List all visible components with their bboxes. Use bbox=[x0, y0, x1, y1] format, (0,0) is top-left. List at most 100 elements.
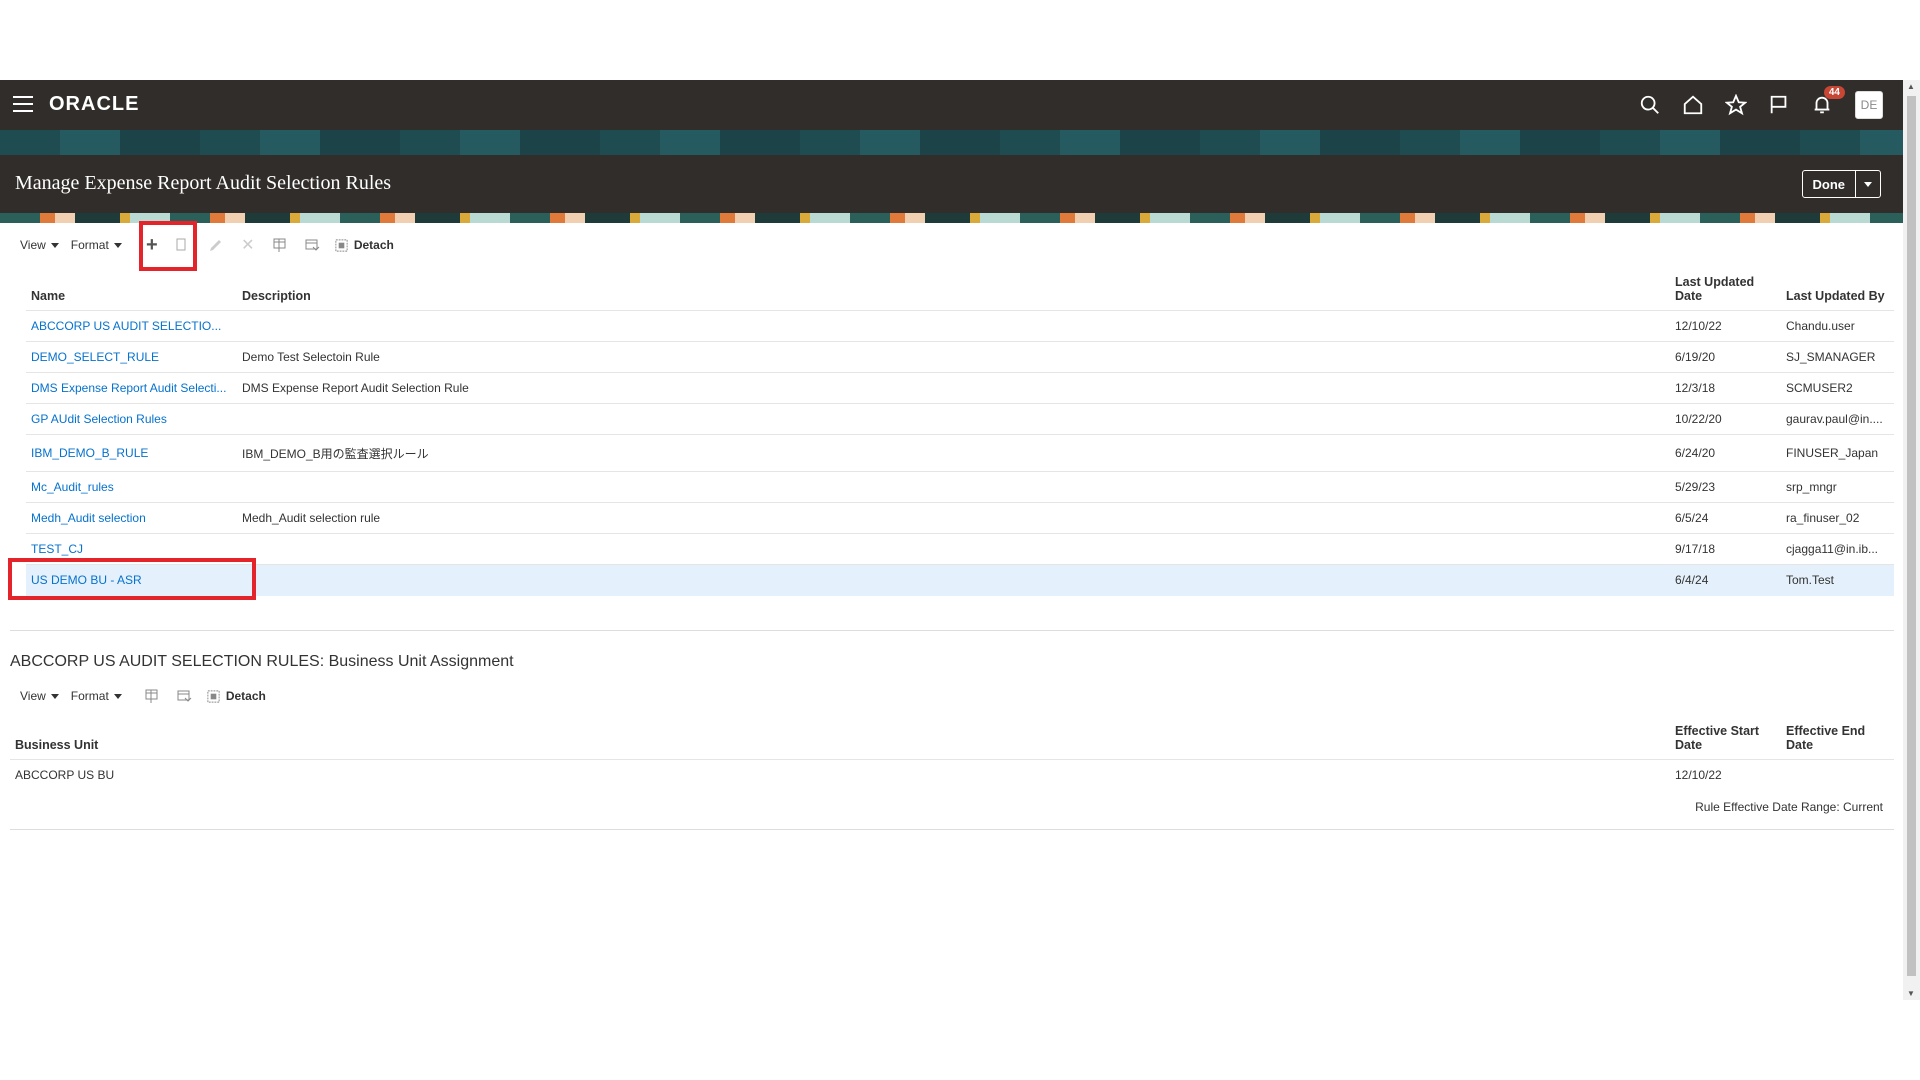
format-menu[interactable]: Format bbox=[71, 238, 122, 252]
flag-icon[interactable] bbox=[1766, 92, 1792, 118]
rule-name-link-cell: GP AUdit Selection Rules bbox=[26, 403, 237, 435]
rule-last-updated-date-cell: 12/10/22 bbox=[1670, 310, 1781, 342]
star-icon[interactable] bbox=[1723, 92, 1749, 118]
rule-name-link-cell: Mc_Audit_rules bbox=[26, 471, 237, 503]
rule-description-cell bbox=[237, 403, 1670, 435]
format-menu-2[interactable]: Format bbox=[71, 689, 122, 703]
rule-name-link[interactable]: DMS Expense Report Audit Selecti... bbox=[31, 381, 226, 395]
business-unit: ABCCORP US BU bbox=[10, 759, 1670, 791]
rule-row[interactable]: Mc_Audit_rules 5/29/23 srp_mngr bbox=[26, 471, 1894, 503]
rule-last-updated-date-cell: 9/17/18 bbox=[1670, 533, 1781, 565]
rule-description-cell: Medh_Audit selection rule bbox=[237, 502, 1670, 534]
assignment-toolbar: View Format Detach bbox=[20, 683, 278, 709]
bell-icon[interactable]: 44 bbox=[1809, 86, 1845, 118]
format-label-2: Format bbox=[70, 689, 109, 703]
view-label: View bbox=[20, 238, 46, 252]
done-button[interactable]: Done bbox=[1801, 170, 1881, 198]
scrollbar-thumb[interactable] bbox=[1907, 96, 1916, 976]
rule-name-link[interactable]: TEST_CJ bbox=[31, 542, 83, 556]
rule-last-updated-by-cell: Tom.Test bbox=[1781, 564, 1894, 596]
edit-icon[interactable] bbox=[206, 235, 226, 255]
notification-badge: 44 bbox=[1823, 86, 1845, 99]
rule-row[interactable]: DEMO_SELECT_RULE Demo Test Selectoin Rule… bbox=[26, 341, 1894, 373]
rule-name-link-cell: Medh_Audit selection bbox=[26, 502, 237, 534]
scroll-up-icon[interactable]: ▲ bbox=[1907, 82, 1915, 91]
col-effective-start[interactable]: Effective Start Date bbox=[1670, 716, 1781, 760]
user-avatar[interactable]: DE bbox=[1855, 91, 1883, 119]
rule-last-updated-by-cell: cjagga11@in.ib... bbox=[1781, 533, 1894, 565]
divider bbox=[10, 630, 1894, 631]
rule-last-updated-date-cell: 6/19/20 bbox=[1670, 341, 1781, 373]
rule-effective-range: Rule Effective Date Range: Current bbox=[1695, 800, 1883, 814]
view-menu[interactable]: View bbox=[20, 238, 59, 252]
rule-description-cell bbox=[237, 564, 1670, 596]
detach-icon-2 bbox=[207, 689, 220, 703]
assignment-title: ABCCORP US AUDIT SELECTION RULES: Busine… bbox=[10, 653, 514, 670]
rule-name-link-cell: IBM_DEMO_B_RULE bbox=[26, 434, 237, 472]
rule-name-link[interactable]: DEMO_SELECT_RULE bbox=[31, 350, 159, 364]
effective-end-date bbox=[1781, 759, 1894, 791]
rule-name-link[interactable]: IBM_DEMO_B_RULE bbox=[31, 446, 148, 460]
rule-row[interactable]: US DEMO BU - ASR 6/4/24 Tom.Test bbox=[26, 564, 1894, 596]
assignment-row[interactable]: ABCCORP US BU 12/10/22 bbox=[10, 759, 1894, 791]
home-icon[interactable] bbox=[1680, 92, 1706, 118]
col-description[interactable]: Description bbox=[237, 267, 1670, 311]
rule-name-link[interactable]: ABCCORP US AUDIT SELECTIO... bbox=[31, 319, 221, 333]
rule-last-updated-by-cell: Chandu.user bbox=[1781, 310, 1894, 342]
rule-description-cell bbox=[237, 533, 1670, 565]
rule-last-updated-date-cell: 5/29/23 bbox=[1670, 471, 1781, 503]
view-menu-2[interactable]: View bbox=[20, 689, 59, 703]
done-dropdown-icon[interactable] bbox=[1856, 171, 1880, 197]
highlight-selected-row bbox=[8, 558, 256, 600]
rule-row[interactable]: DMS Expense Report Audit Selecti... DMS E… bbox=[26, 372, 1894, 404]
menu-icon[interactable] bbox=[13, 96, 33, 112]
rules-toolbar: View Format + ✕ Detach bbox=[20, 232, 406, 258]
divider-bottom bbox=[10, 829, 1894, 830]
rule-name-link-cell: ABCCORP US AUDIT SELECTIO... bbox=[26, 310, 237, 342]
detach-icon bbox=[335, 238, 348, 252]
banner-art bbox=[0, 213, 1903, 223]
search-icon[interactable] bbox=[1637, 92, 1663, 118]
rule-description-cell: IBM_DEMO_B用の監査選択ルール bbox=[237, 434, 1670, 472]
oracle-logo: ORACLE bbox=[49, 93, 140, 115]
rule-name-link-cell: DEMO_SELECT_RULE bbox=[26, 341, 237, 373]
rule-row[interactable]: IBM_DEMO_B_RULE IBM_DEMO_B用の監査選択ルール 6/24/2… bbox=[26, 434, 1894, 472]
freeze-icon-2[interactable] bbox=[142, 686, 162, 706]
rule-name-link[interactable]: Mc_Audit_rules bbox=[31, 480, 114, 494]
detach-button-2[interactable]: Detach bbox=[206, 689, 266, 704]
col-effective-end[interactable]: Effective End Date bbox=[1781, 716, 1894, 760]
rule-description-cell: Demo Test Selectoin Rule bbox=[237, 341, 1670, 373]
col-name[interactable]: Name bbox=[26, 267, 237, 311]
page-title-bar: Manage Expense Report Audit Selection Ru… bbox=[0, 155, 1903, 213]
rule-row[interactable]: GP AUdit Selection Rules 10/22/20 gaurav.p… bbox=[26, 403, 1894, 435]
rule-last-updated-date-cell: 12/3/18 bbox=[1670, 372, 1781, 404]
assignment-table: Business Unit Effective Start Date Effec… bbox=[10, 716, 1894, 791]
rules-table-header: Name Description Last Updated Date Last … bbox=[26, 267, 1894, 311]
rule-row[interactable]: Medh_Audit selection Medh_Audit selection… bbox=[26, 502, 1894, 534]
delete-icon[interactable]: ✕ bbox=[238, 235, 258, 255]
rule-name-link[interactable]: Medh_Audit selection bbox=[31, 511, 146, 525]
freeze-icon[interactable] bbox=[270, 235, 290, 255]
highlight-add-button bbox=[139, 221, 197, 271]
rule-last-updated-by-cell: SJ_SMANAGER bbox=[1781, 341, 1894, 373]
rule-row[interactable]: ABCCORP US AUDIT SELECTIO... 12/10/22 Chan… bbox=[26, 310, 1894, 342]
done-label: Done bbox=[1803, 171, 1856, 197]
rule-last-updated-by-cell: ra_finuser_02 bbox=[1781, 502, 1894, 534]
scroll-down-icon[interactable]: ▼ bbox=[1907, 989, 1915, 998]
vertical-scrollbar[interactable]: ▲ ▼ bbox=[1903, 80, 1920, 1000]
rule-last-updated-by-cell: SCMUSER2 bbox=[1781, 372, 1894, 404]
wrap-icon-2[interactable] bbox=[174, 686, 194, 706]
rule-name-link[interactable]: GP AUdit Selection Rules bbox=[31, 412, 167, 426]
col-last-updated-by[interactable]: Last Updated By bbox=[1781, 267, 1894, 311]
col-last-updated-date[interactable]: Last Updated Date bbox=[1670, 267, 1781, 311]
rule-description-cell bbox=[237, 471, 1670, 503]
view-label-2: View bbox=[20, 689, 46, 703]
application-window: ORACLE 44 DE Manage Expense Report Audit… bbox=[0, 80, 1903, 1000]
detach-button[interactable]: Detach bbox=[334, 238, 394, 253]
format-label: Format bbox=[70, 238, 109, 252]
wrap-icon[interactable] bbox=[302, 235, 322, 255]
rule-last-updated-by-cell: FINUSER_Japan bbox=[1781, 434, 1894, 472]
col-business-unit[interactable]: Business Unit bbox=[10, 716, 1670, 760]
rule-row[interactable]: TEST_CJ 9/17/18 cjagga11@in.ib... bbox=[26, 533, 1894, 565]
banner-decoration bbox=[0, 130, 1903, 155]
